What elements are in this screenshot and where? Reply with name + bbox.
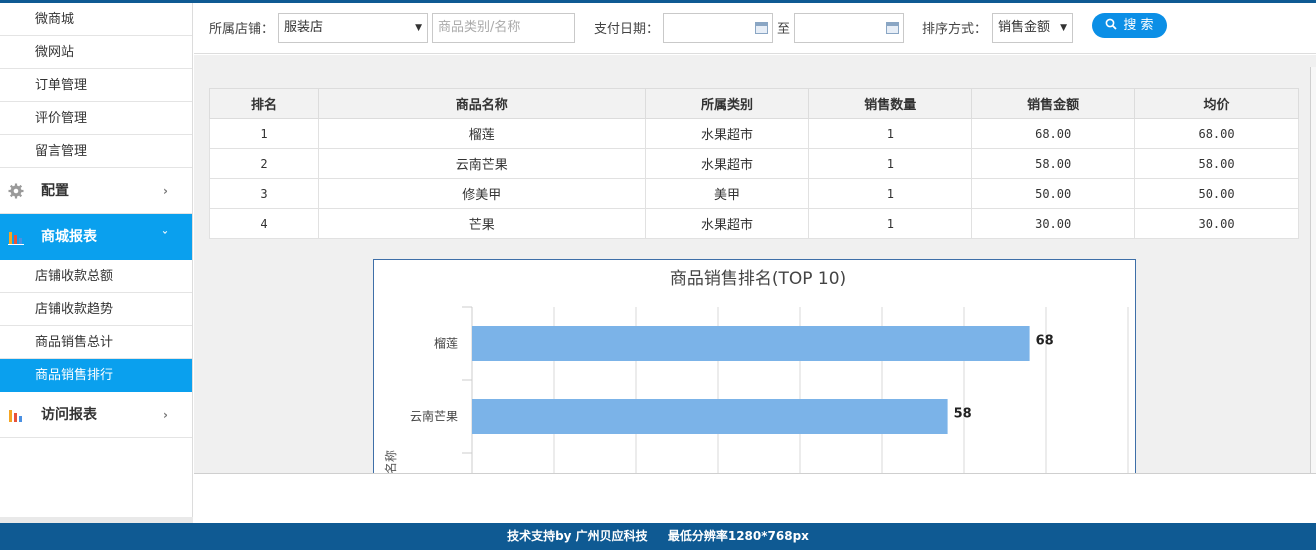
- table-cell: 68.00: [1134, 118, 1299, 149]
- caret-down-icon: ▼: [415, 23, 422, 33]
- calendar-icon[interactable]: [886, 22, 899, 34]
- table-cell: 4: [209, 208, 319, 239]
- category-name-input[interactable]: 商品类别/名称: [432, 13, 575, 43]
- column-header: 销售金额: [971, 88, 1136, 119]
- sidebar-item-wechat-mall[interactable]: 微商城: [0, 3, 192, 36]
- calendar-icon[interactable]: [755, 22, 768, 34]
- table-cell: 30.00: [971, 208, 1136, 239]
- chart-data-label: 58: [954, 407, 972, 422]
- column-header: 均价: [1134, 88, 1299, 119]
- chevron-down-icon: ˇ: [162, 230, 168, 244]
- table-row: 4 芒果 水果超市 1 30.00 30.00: [209, 208, 1299, 239]
- table-cell: 1: [808, 118, 973, 149]
- bar-chart-icon: [9, 410, 22, 422]
- table-cell: 50.00: [971, 178, 1136, 209]
- chart-y-axis-label: 商品名称: [383, 450, 398, 473]
- table-cell: 云南芒果: [317, 148, 646, 179]
- chart-category-label: 榴莲: [434, 337, 458, 351]
- table-row: 3 修美甲 美甲 1 50.00 50.00: [209, 178, 1299, 209]
- sidebar-group-visit-reports[interactable]: 访问报表 ›: [0, 392, 192, 438]
- sales-ranking-chart: 商品销售排名(TOP 10) 商品名称 榴莲 68 云南芒果 58: [373, 259, 1136, 473]
- content-bottom-area: [194, 474, 1316, 523]
- bar-chart-icon: [8, 232, 24, 245]
- search-button[interactable]: 搜 索: [1092, 13, 1167, 38]
- footer-resolution-text: 最低分辨率1280*768px: [667, 529, 809, 543]
- table-cell: 68.00: [971, 118, 1136, 149]
- filter-bar: 所属店铺： 服装店 ▼ 商品类别/名称 支付日期： 至 排序方式： 销售金额 ▼…: [194, 3, 1316, 54]
- table-row: 2 云南芒果 水果超市 1 58.00 58.00: [209, 148, 1299, 179]
- table-cell: 芒果: [317, 208, 646, 239]
- table-cell: 3: [209, 178, 319, 209]
- table-cell: 榴莲: [317, 118, 646, 149]
- sort-select-value: 销售金额: [998, 20, 1051, 35]
- footer: 技术支持by 广州贝应科技 最低分辨率1280*768px: [0, 523, 1316, 550]
- sidebar-group-label: 商城报表: [41, 229, 97, 245]
- store-select-value: 服装店: [284, 20, 324, 35]
- table-cell: 1: [808, 178, 973, 209]
- chart-svg: 商品销售排名(TOP 10) 商品名称 榴莲 68 云南芒果 58: [383, 269, 1129, 473]
- sort-label: 排序方式：: [922, 22, 988, 37]
- sidebar-item-store-receipts-trend[interactable]: 店铺收款趋势: [0, 293, 192, 326]
- table-cell: 修美甲: [317, 178, 646, 209]
- chart-bar: [472, 399, 948, 434]
- sidebar-item-wechat-site[interactable]: 微网站: [0, 36, 192, 69]
- sidebar-group-config[interactable]: 配置 ›: [0, 168, 192, 214]
- column-header: 排名: [209, 88, 319, 119]
- table-cell: 58.00: [971, 148, 1136, 179]
- table-cell: 水果超市: [644, 148, 810, 179]
- column-header: 商品名称: [317, 88, 646, 119]
- sidebar-item-product-sales-ranking[interactable]: 商品销售排行: [0, 359, 192, 392]
- column-header: 所属类别: [644, 88, 810, 119]
- chevron-right-icon: ›: [163, 408, 168, 422]
- store-select[interactable]: 服装店 ▼: [278, 13, 428, 43]
- caret-down-icon: ▼: [1060, 23, 1067, 33]
- date-to-input[interactable]: [794, 13, 904, 43]
- sidebar-group-mall-reports[interactable]: 商城报表 ˇ: [0, 214, 192, 260]
- sort-select[interactable]: 销售金额 ▼: [992, 13, 1073, 43]
- table-header-row: 排名 商品名称 所属类别 销售数量 销售金额 均价: [209, 88, 1299, 119]
- sidebar-group-label: 配置: [41, 183, 69, 199]
- sidebar-group-label: 访问报表: [41, 407, 97, 423]
- table-row: 1 榴莲 水果超市 1 68.00 68.00: [209, 118, 1299, 149]
- table-cell: 2: [209, 148, 319, 179]
- content-area: 排名 商品名称 所属类别 销售数量 销售金额 均价 1 榴莲 水果超市 1 68…: [194, 55, 1316, 473]
- table-cell: 1: [808, 148, 973, 179]
- column-header: 销售数量: [808, 88, 973, 119]
- gear-icon: [8, 183, 24, 199]
- table-cell: 58.00: [1134, 148, 1299, 179]
- table-cell: 30.00: [1134, 208, 1299, 239]
- table-cell: 水果超市: [644, 208, 810, 239]
- table-cell: 1: [209, 118, 319, 149]
- chart-data-label: 68: [1036, 334, 1054, 349]
- sidebar-item-product-sales-total[interactable]: 商品销售总计: [0, 326, 192, 359]
- chevron-right-icon: ›: [163, 184, 168, 198]
- sidebar: 微商城 微网站 订单管理 评价管理 留言管理 配置 › 商城报表 ˇ 店铺收款总…: [0, 3, 193, 523]
- sidebar-item-reviews[interactable]: 评价管理: [0, 102, 192, 135]
- sidebar-item-messages[interactable]: 留言管理: [0, 135, 192, 168]
- date-to-label: 至: [777, 22, 791, 37]
- search-icon: [1106, 18, 1118, 30]
- table-cell: 美甲: [644, 178, 810, 209]
- table-cell: 水果超市: [644, 118, 810, 149]
- date-from-input[interactable]: [663, 13, 773, 43]
- table-cell: 1: [808, 208, 973, 239]
- chart-bar: [472, 326, 1030, 361]
- chart-title: 商品销售排名(TOP 10): [670, 269, 846, 289]
- sales-ranking-table: 排名 商品名称 所属类别 销售数量 销售金额 均价 1 榴莲 水果超市 1 68…: [209, 88, 1299, 239]
- pay-date-label: 支付日期：: [594, 22, 660, 37]
- store-label: 所属店铺：: [209, 22, 275, 37]
- vertical-scrollbar[interactable]: [1310, 67, 1316, 473]
- sidebar-item-orders[interactable]: 订单管理: [0, 69, 192, 102]
- chart-category-label: 云南芒果: [410, 409, 458, 424]
- table-cell: 50.00: [1134, 178, 1299, 209]
- sidebar-item-store-receipts-total[interactable]: 店铺收款总额: [0, 260, 192, 293]
- search-button-label: 搜 索: [1123, 18, 1154, 33]
- footer-support-text: 技术支持by 广州贝应科技: [507, 529, 648, 543]
- category-name-placeholder: 商品类别/名称: [438, 20, 521, 35]
